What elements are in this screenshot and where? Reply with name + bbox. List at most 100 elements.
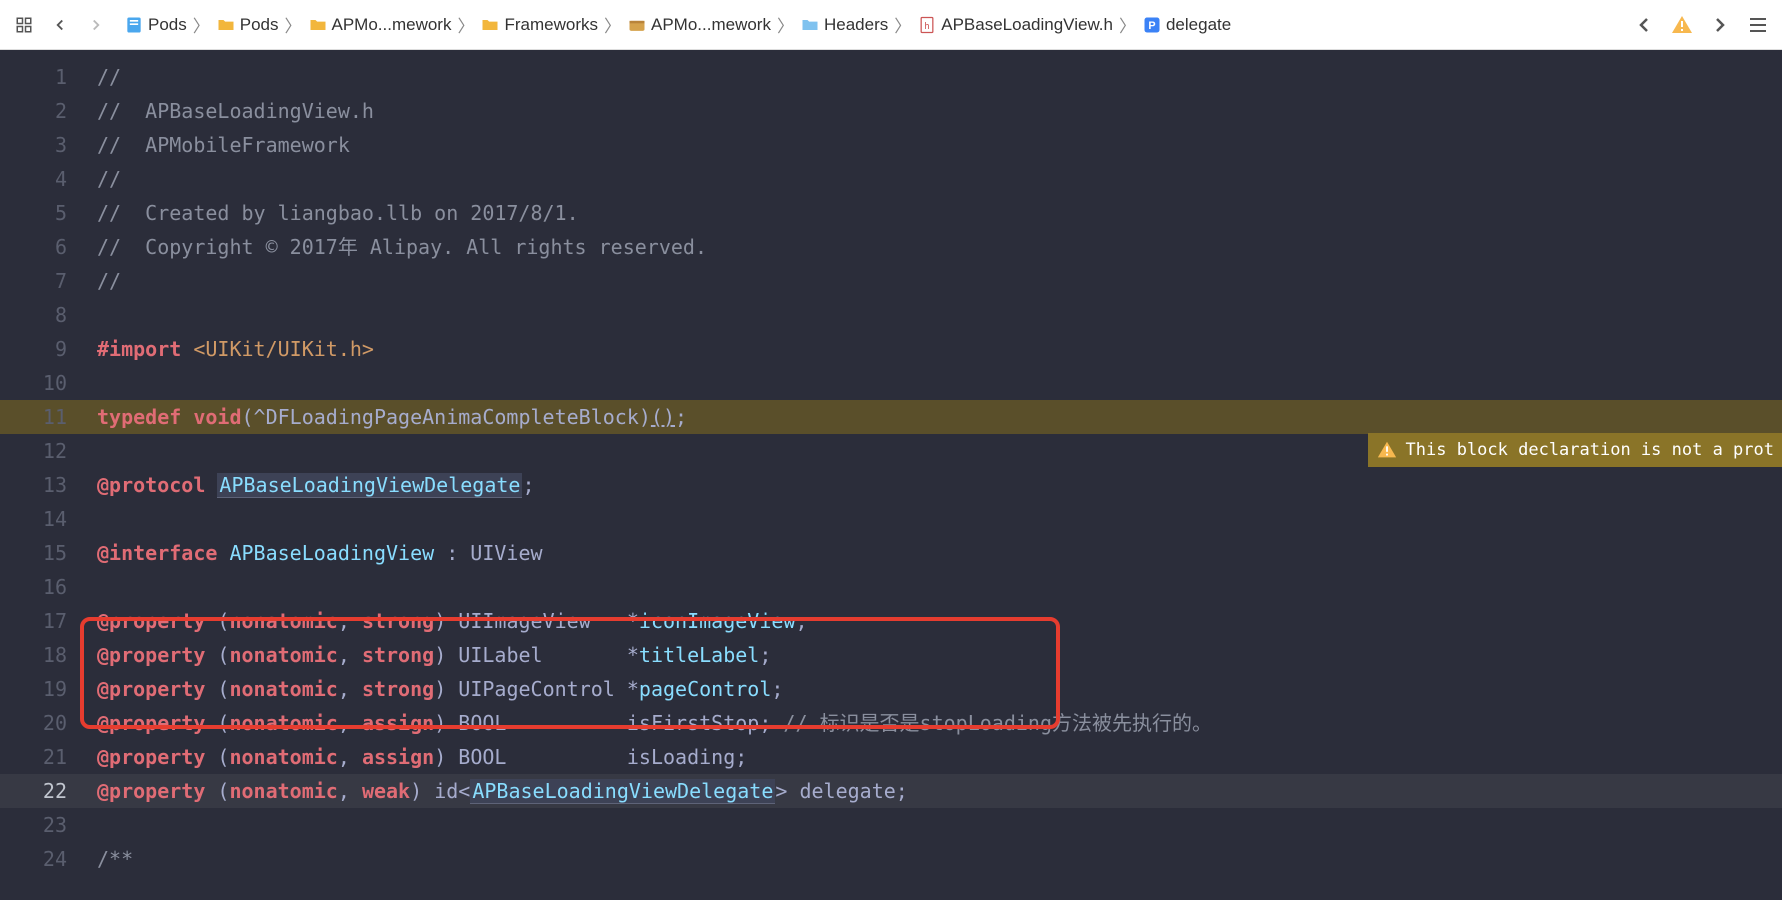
code-token: (^DFLoadingPageAnimaCompleteBlock): [242, 405, 651, 429]
code-token: UILabel *: [458, 643, 639, 667]
chevron-right-icon: 〉: [283, 12, 304, 37]
line-number[interactable]: 15: [0, 536, 85, 570]
code-token: ): [434, 745, 458, 769]
breadcrumb-item[interactable]: APMo...mework: [306, 15, 454, 35]
breadcrumb-item[interactable]: Frameworks: [478, 15, 600, 35]
related-items-icon[interactable]: [12, 13, 36, 37]
code-line[interactable]: @property (nonatomic, assign) BOOL isLoa…: [85, 740, 1782, 774]
code-token: /**: [97, 847, 133, 871]
code-line[interactable]: @property (nonatomic, assign) BOOL isFir…: [85, 706, 1782, 740]
code-token: nonatomic: [229, 711, 337, 735]
code-line[interactable]: @property (nonatomic, strong) UIImageVie…: [85, 604, 1782, 638]
breadcrumb-item[interactable]: Headers: [798, 15, 890, 35]
inline-warning[interactable]: This block declaration is not a prot: [1368, 433, 1782, 467]
line-number[interactable]: 13: [0, 468, 85, 502]
line-number[interactable]: 5: [0, 196, 85, 230]
warning-indicator-icon[interactable]: [1670, 13, 1694, 37]
line-number[interactable]: 23: [0, 808, 85, 842]
line-number[interactable]: 16: [0, 570, 85, 604]
code-token: @property: [97, 745, 217, 769]
code-line[interactable]: [85, 808, 1782, 842]
line-number[interactable]: 22: [0, 774, 85, 808]
code-token: ,: [338, 643, 362, 667]
code-token: //: [97, 269, 121, 293]
code-line[interactable]: //: [85, 162, 1782, 196]
line-number[interactable]: 4: [0, 162, 85, 196]
code-line[interactable]: @property (nonatomic, strong) UIPageCont…: [85, 672, 1782, 706]
line-number[interactable]: 12: [0, 434, 85, 468]
editor[interactable]: 123456789101112131415161718192021222324 …: [0, 50, 1782, 900]
code-line[interactable]: [85, 298, 1782, 332]
code-token: UIPageControl *: [458, 677, 639, 701]
code-line[interactable]: @property (nonatomic, strong) UILabel *t…: [85, 638, 1782, 672]
code-token: <UIKit/UIKit.h>: [193, 337, 374, 361]
outline-icon[interactable]: [1746, 13, 1770, 37]
code-token: UIView: [470, 541, 542, 565]
code-line[interactable]: // Copyright © 2017年 Alipay. All rights …: [85, 230, 1782, 264]
code-line[interactable]: @interface APBaseLoadingView : UIView: [85, 536, 1782, 570]
code-token: #import: [97, 337, 193, 361]
nav-forward-icon[interactable]: [84, 13, 108, 37]
folder-icon: [800, 15, 820, 35]
line-number[interactable]: 14: [0, 502, 85, 536]
code-line[interactable]: [85, 502, 1782, 536]
breadcrumb-item[interactable]: Pods: [214, 15, 281, 35]
code-line[interactable]: @property (nonatomic, weak) id<APBaseLoa…: [85, 774, 1782, 808]
header-file-icon: h: [917, 15, 937, 35]
code-token: >: [775, 779, 799, 803]
line-number[interactable]: 7: [0, 264, 85, 298]
nav-next-issue-icon[interactable]: [1708, 13, 1732, 37]
code-token: // Created by liangbao.llb on 2017/8/1.: [97, 201, 579, 225]
line-number[interactable]: 3: [0, 128, 85, 162]
code-token: delegate: [799, 779, 895, 803]
line-number[interactable]: 1: [0, 60, 85, 94]
code-token: ,: [338, 677, 362, 701]
breadcrumb-item[interactable]: Pods: [122, 15, 189, 35]
code-token: strong: [362, 643, 434, 667]
breadcrumb: Pods〉Pods〉APMo...mework〉Frameworks〉APMo.…: [122, 12, 1628, 37]
code-line[interactable]: [85, 570, 1782, 604]
breadcrumb-item[interactable]: APMo...mework: [625, 15, 773, 35]
breadcrumb-item[interactable]: hAPBaseLoadingView.h: [915, 15, 1115, 35]
code-line[interactable]: //: [85, 264, 1782, 298]
gutter: 123456789101112131415161718192021222324: [0, 50, 85, 900]
folder-icon: [308, 15, 328, 35]
line-number[interactable]: 21: [0, 740, 85, 774]
breadcrumb-label: Headers: [824, 15, 888, 35]
code-line[interactable]: typedef void(^DFLoadingPageAnimaComplete…: [85, 400, 1782, 434]
code-line[interactable]: #import <UIKit/UIKit.h>: [85, 332, 1782, 366]
code-token: ;: [896, 779, 908, 803]
line-number[interactable]: 9: [0, 332, 85, 366]
line-number[interactable]: 20: [0, 706, 85, 740]
toolbar: Pods〉Pods〉APMo...mework〉Frameworks〉APMo.…: [0, 0, 1782, 50]
code-line[interactable]: // APMobileFramework: [85, 128, 1782, 162]
line-number[interactable]: 10: [0, 366, 85, 400]
code-line[interactable]: //: [85, 60, 1782, 94]
property-icon: P: [1142, 15, 1162, 35]
nav-prev-issue-icon[interactable]: [1632, 13, 1656, 37]
code-token: typedef: [97, 405, 193, 429]
code-line[interactable]: // Created by liangbao.llb on 2017/8/1.: [85, 196, 1782, 230]
breadcrumb-item[interactable]: Pdelegate: [1140, 15, 1233, 35]
line-number[interactable]: 11: [0, 400, 85, 434]
code-line[interactable]: @protocol APBaseLoadingViewDelegate;: [85, 468, 1782, 502]
code-line[interactable]: // APBaseLoadingView.h: [85, 94, 1782, 128]
line-number[interactable]: 19: [0, 672, 85, 706]
code-token: <: [458, 779, 470, 803]
code-token: ,: [338, 745, 362, 769]
line-number[interactable]: 24: [0, 842, 85, 876]
code-token: APBaseLoadingViewDelegate: [217, 473, 522, 498]
code-token: // Copyright © 2017年 Alipay. All rights …: [97, 235, 707, 259]
code-token: nonatomic: [229, 643, 337, 667]
code-line[interactable]: [85, 366, 1782, 400]
line-number[interactable]: 18: [0, 638, 85, 672]
nav-back-icon[interactable]: [48, 13, 72, 37]
line-number[interactable]: 2: [0, 94, 85, 128]
line-number[interactable]: 17: [0, 604, 85, 638]
code-area[interactable]: This block declaration is not a prot ///…: [85, 50, 1782, 900]
line-number[interactable]: 6: [0, 230, 85, 264]
line-number[interactable]: 8: [0, 298, 85, 332]
project-icon: [124, 15, 144, 35]
code-token: ;: [522, 473, 534, 497]
code-line[interactable]: /**: [85, 842, 1782, 876]
